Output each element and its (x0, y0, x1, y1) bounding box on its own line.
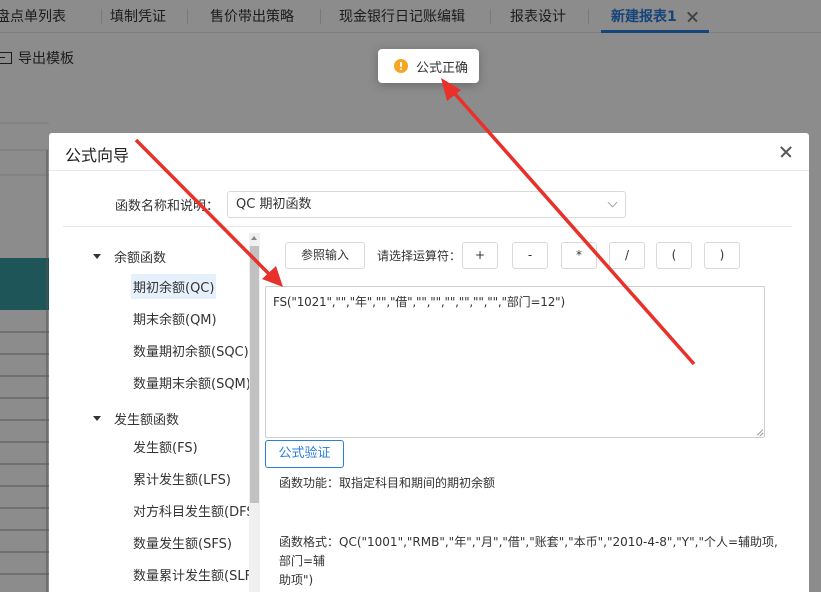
chevron-down-icon (607, 197, 618, 208)
operator-multiply-button[interactable]: * (561, 242, 597, 269)
caret-down-icon (93, 416, 101, 421)
function-select-value: QC 期初函数 (236, 197, 312, 212)
toast-text: 公式正确 (416, 60, 469, 76)
function-tree: 余额函数 期初余额(QC) 期末余额(QM) 数量期初余额(SQC) 数量期末余… (49, 231, 249, 592)
operator-plus-button[interactable]: + (462, 242, 498, 269)
function-label: 函数名称和说明： (115, 199, 220, 214)
caret-down-icon (93, 254, 101, 259)
divider (63, 226, 792, 227)
tree-item-fs[interactable]: 发生额(FS) (131, 434, 200, 459)
tree-item-sqc[interactable]: 数量期初余额(SQC) (131, 338, 249, 363)
operator-divide-button[interactable]: / (609, 242, 645, 269)
operator-lparen-button[interactable]: ( (656, 242, 692, 269)
toast-message: 公式正确 (378, 49, 479, 83)
tree-item-sfs[interactable]: 数量发生额(SFS) (131, 530, 234, 555)
operator-minus-button[interactable]: - (512, 242, 548, 269)
tree-group-balance[interactable]: 余额函数 (93, 247, 166, 266)
resize-grip-icon[interactable] (756, 429, 764, 437)
tree-item-dfs[interactable]: 对方科目发生额(DFS) (131, 498, 249, 523)
function-description: 函数功能：取指定科目和期间的期初余额 (279, 476, 496, 490)
tree-item-lfs[interactable]: 累计发生额(LFS) (131, 466, 233, 491)
tree-item-sqm[interactable]: 数量期末余额(SQM) (131, 370, 249, 395)
dialog-header: 公式向导 (49, 133, 809, 171)
function-format: 函数格式：QC("1001","RMB","年","月","借","账套","本… (279, 533, 779, 590)
warning-icon (394, 59, 408, 73)
function-format-line-2: 助项") (279, 573, 314, 587)
scroll-thumb[interactable] (250, 246, 259, 503)
tree-item-qm[interactable]: 期末余额(QM) (131, 306, 219, 331)
verify-formula-button[interactable]: 公式验证 (265, 440, 344, 468)
tree-group-amount[interactable]: 发生额函数 (93, 409, 179, 428)
formula-text: FS("1021","","年","","借","","","","","","… (273, 295, 565, 309)
tree-group-label: 余额函数 (114, 251, 167, 266)
tree-item-qc[interactable]: 期初余额(QC) (131, 274, 217, 299)
tree-scrollbar[interactable] (249, 233, 260, 592)
formula-textarea[interactable]: FS("1021","","年","","借","","","","","","… (265, 286, 765, 438)
reference-input-button[interactable]: 参照输入 (285, 242, 365, 269)
tree-item-slfs[interactable]: 数量累计发生额(SLFS (131, 562, 249, 587)
operator-label: 请选择运算符： (377, 249, 462, 263)
formula-wizard-dialog: 公式向导 函数名称和说明： QC 期初函数 余额函数 期初余额(QC) 期末余额… (49, 133, 809, 592)
scroll-up-icon[interactable] (251, 236, 257, 240)
function-select[interactable]: QC 期初函数 (227, 191, 626, 218)
operator-rparen-button[interactable]: ) (704, 242, 740, 269)
close-icon[interactable] (780, 146, 792, 158)
tree-group-label: 发生额函数 (114, 413, 180, 428)
dialog-title: 公式向导 (65, 146, 130, 165)
function-format-line-1: 函数格式：QC("1001","RMB","年","月","借","账套","本… (279, 535, 778, 568)
